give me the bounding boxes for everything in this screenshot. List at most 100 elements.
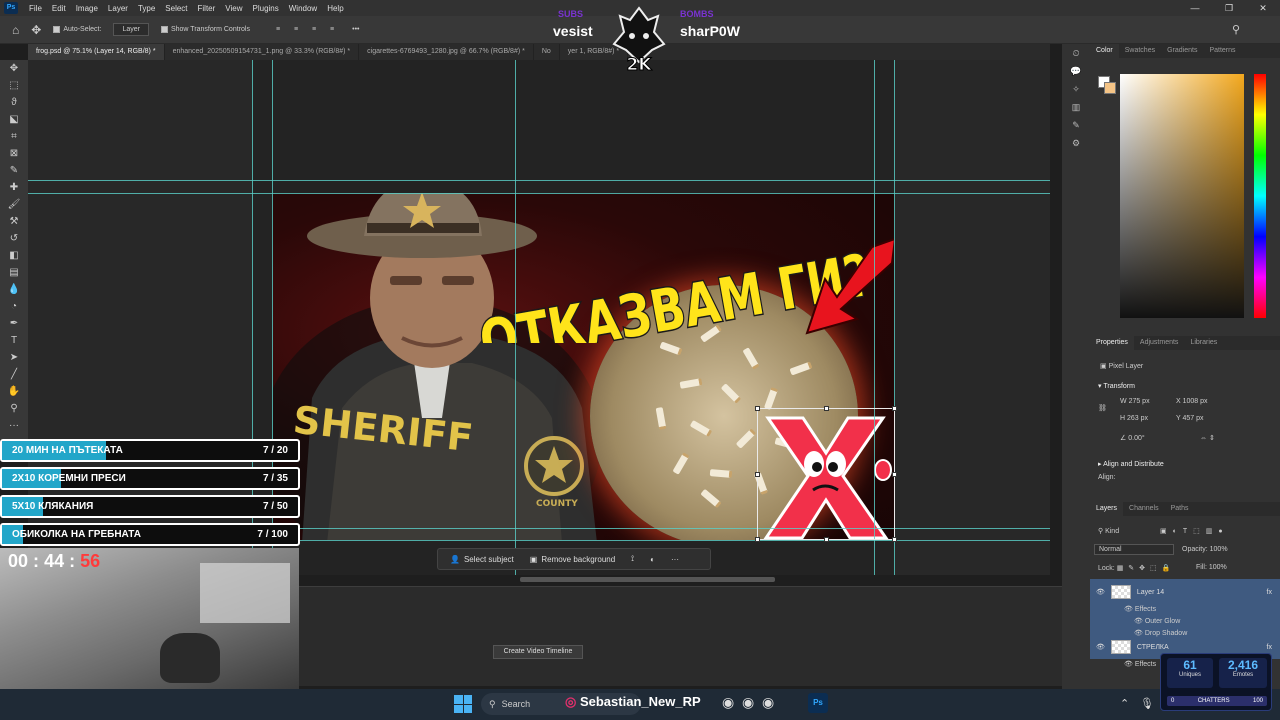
tab-swatches[interactable]: Swatches [1119,44,1161,58]
y-field[interactable]: 457 px [1183,415,1204,422]
tab-adjustments[interactable]: Adjustments [1134,336,1185,350]
layer-filter-icons[interactable]: ▣◐T⬚▥● [1160,527,1229,535]
transform-section[interactable]: ▾ Transform [1098,382,1135,390]
transform-handle[interactable] [755,537,760,542]
transform-handle[interactable] [824,537,829,542]
healing-brush-icon[interactable]: ✚ [0,179,28,196]
actions-icon[interactable]: ✧ [1062,80,1090,98]
minimize-button[interactable]: — [1178,3,1212,13]
flip-icons[interactable]: ⇔ ⇕ [1200,434,1215,442]
horizontal-scrollbar[interactable] [520,577,775,582]
opacity-field[interactable]: 100% [1210,546,1228,553]
tab-frog[interactable]: frog.psd @ 75.1% (Layer 14, RGB/8) * [28,44,165,60]
path-select-icon[interactable]: ➤ [0,349,28,366]
transform-handle[interactable] [824,406,829,411]
menu-layer[interactable]: Layer [103,4,133,13]
background-color-swatch[interactable] [1104,82,1116,94]
select-subject-button[interactable]: 👤 Select subject [444,553,520,566]
windows-start-icon[interactable] [454,695,472,713]
link-icon[interactable]: ⛓ [1098,404,1107,412]
fx-icon[interactable]: fx [1267,644,1272,651]
more-options-button[interactable]: ••• [352,26,359,33]
menu-view[interactable]: View [220,4,247,13]
menu-filter[interactable]: Filter [193,4,221,13]
eye-icon[interactable]: 👁 [1134,618,1143,625]
angle-field[interactable]: 0.00° [1128,435,1144,442]
transform-handle[interactable] [892,537,897,542]
shape-tool-icon[interactable]: ╱ [0,366,28,383]
visibility-eye-icon[interactable]: 👁 [1096,643,1105,651]
transform-handle[interactable] [892,406,897,411]
guide-line[interactable] [28,193,1050,194]
guide-line[interactable] [28,180,1050,181]
pen-tool-icon[interactable]: ✒ [0,315,28,332]
more-icon[interactable]: ··· [665,553,685,566]
object-select-icon[interactable]: ⬕ [0,111,28,128]
layer-name[interactable]: Layer 14 [1137,589,1164,596]
close-button[interactable]: ✕ [1246,3,1280,14]
align-section[interactable]: ▸ Align and Distribute [1098,460,1164,468]
fx-icon[interactable]: fx [1267,589,1272,596]
blend-mode-dropdown[interactable]: Normal [1094,544,1174,555]
dodge-tool-icon[interactable]: ◔ [0,298,28,315]
tab-cigarettes[interactable]: cigarettes-6769493_1280.jpg @ 66.7% (RGB… [359,44,534,60]
transform-handle[interactable] [755,406,760,411]
tab-patterns[interactable]: Patterns [1203,44,1241,58]
auto-select-checkbox[interactable] [53,26,61,33]
menu-image[interactable]: Image [71,4,103,13]
libraries-icon[interactable]: ▥ [1062,98,1090,116]
transform-controls-checkbox[interactable] [160,26,168,33]
tab-enhanced[interactable]: enhanced_20250509154731_1.png @ 33.3% (R… [165,44,360,60]
x-field[interactable]: 1008 px [1183,398,1208,405]
guide-line[interactable] [515,60,516,575]
lock-icons[interactable]: ▦✎✥⬚🔒 [1117,565,1176,572]
transform-icon[interactable]: ⟟ [625,552,640,566]
height-field[interactable]: 263 px [1127,415,1148,422]
crop-tool-icon[interactable]: ⌗ [0,128,28,145]
tab-paths[interactable]: Paths [1165,502,1195,516]
hand-tool-icon[interactable]: ✋ [0,383,28,400]
home-icon[interactable]: ⌂ [12,23,19,37]
menu-plugins[interactable]: Plugins [248,4,284,13]
tab-gradients[interactable]: Gradients [1161,44,1203,58]
search-icon[interactable]: ⚲ [1232,23,1240,36]
transform-bounding-box[interactable] [755,406,897,542]
auto-select-dropdown[interactable]: Layer [113,23,149,36]
tab-layers[interactable]: Layers [1090,502,1124,516]
eye-icon[interactable]: 👁 [1124,661,1133,668]
remove-background-button[interactable]: ▣ Remove background [524,553,621,566]
move-tool-icon[interactable]: ✥ [31,23,41,37]
menu-window[interactable]: Window [284,4,322,13]
adjustments-icon[interactable]: ⚙ [1062,134,1090,152]
microphone-icon[interactable]: 🎙 [1140,697,1154,710]
zoom-tool-icon[interactable]: ⚲ [0,400,28,417]
tray-chevron-icon[interactable]: ⌃ [1120,697,1129,710]
create-video-timeline-button[interactable]: Create Video Timeline [493,645,583,659]
maximize-button[interactable]: ❐ [1212,3,1246,14]
transform-handle[interactable] [892,472,897,477]
photoshop-taskbar-icon[interactable]: Ps [808,693,828,713]
transform-handle[interactable] [755,472,760,477]
fill-field[interactable]: 100% [1209,564,1227,571]
lasso-tool-icon[interactable]: ϑ [0,94,28,111]
effect-outer-glow[interactable]: Outer Glow [1145,618,1180,625]
brushes-icon[interactable]: ✎ [1062,116,1090,134]
history-brush-icon[interactable]: ↺ [0,230,28,247]
tab-libraries[interactable]: Libraries [1184,336,1223,350]
menu-type[interactable]: Type [133,4,160,13]
hue-slider[interactable] [1254,74,1266,318]
eye-icon[interactable]: 👁 [1124,606,1133,613]
layer-name[interactable]: СТРЕЛКА [1137,644,1169,651]
color-picker-field[interactable] [1120,74,1244,318]
type-tool-icon[interactable]: T [0,332,28,349]
layer-filter-kind[interactable]: ⚲ Kind [1098,527,1119,535]
eyedropper-icon[interactable]: ✎ [0,162,28,179]
width-field[interactable]: 275 px [1129,398,1150,405]
menu-help[interactable]: Help [322,4,348,13]
marquee-tool-icon[interactable]: ⬚ [0,77,28,94]
comments-icon[interactable]: 💬 [1062,62,1090,80]
frame-tool-icon[interactable]: ⊠ [0,145,28,162]
history-icon[interactable]: ⏲ [1062,44,1090,62]
stamp-tool-icon[interactable]: ⚒ [0,213,28,230]
taskbar-app-icons[interactable]: ◉ ◉ ◉ [722,694,774,711]
